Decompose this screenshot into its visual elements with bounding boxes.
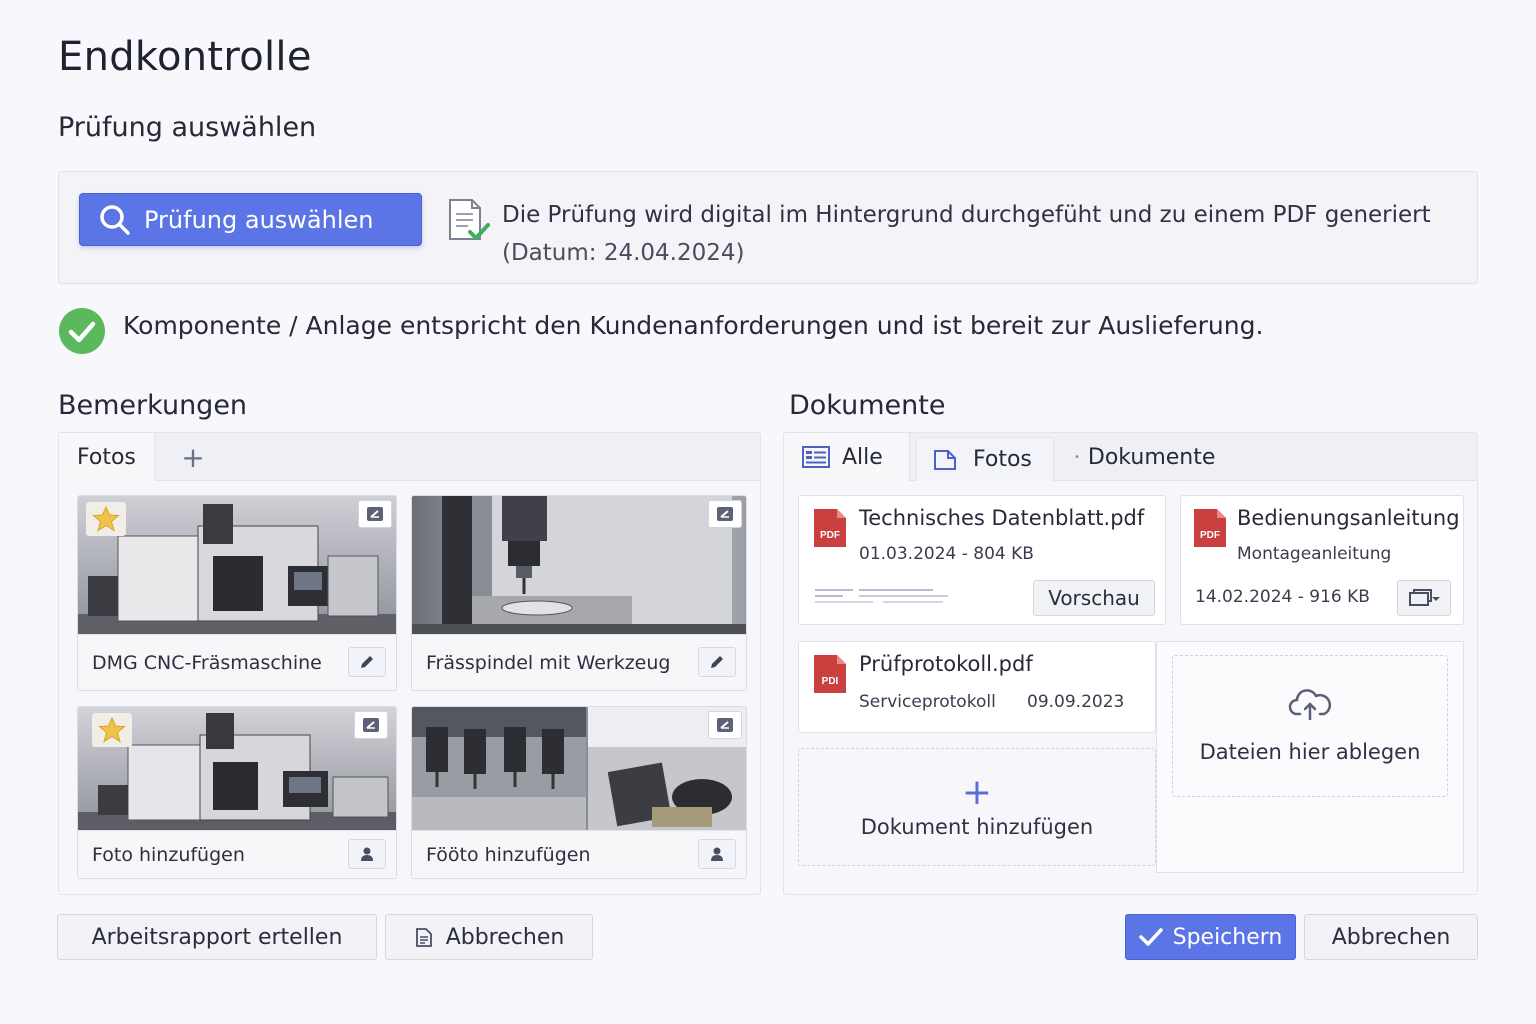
document-card[interactable]: PDF Technisches Datenblatt.pdf 01.03.202… xyxy=(798,495,1166,625)
selection-info-date: (Datum: 24.04.2024) xyxy=(502,240,745,266)
success-check-icon xyxy=(59,308,105,354)
search-icon xyxy=(100,204,130,235)
save-button-label: Speichern xyxy=(1172,924,1283,950)
user-icon[interactable] xyxy=(698,839,736,869)
user-icon[interactable] xyxy=(348,839,386,869)
plus-icon: + xyxy=(181,440,205,474)
tab-dokumente-label: Dokumente xyxy=(1087,444,1216,470)
pencil-icon[interactable] xyxy=(698,647,736,677)
pdf-icon: PDF xyxy=(1194,509,1226,547)
favorite-star-icon[interactable] xyxy=(86,502,126,536)
photo-caption: Fööto hinzufügen xyxy=(412,830,746,878)
document-check-icon xyxy=(449,199,490,240)
photo-caption-text: DMG CNC-Fräsmaschine xyxy=(92,651,322,674)
document-thumbnail xyxy=(815,589,948,603)
document-subname: Serviceprotokoll xyxy=(859,692,996,712)
checkmark-icon xyxy=(1138,928,1163,946)
save-button[interactable]: Speichern xyxy=(1125,914,1296,960)
add-tab-button[interactable]: + xyxy=(169,433,217,481)
document-name: Technisches Datenblatt.pdf xyxy=(859,506,1145,530)
status-message: Komponente / Anlage entspricht den Kunde… xyxy=(123,311,1264,340)
select-inspection-button[interactable]: Prüfung auswählen xyxy=(79,193,422,246)
documents-title: Dokumente xyxy=(789,390,946,421)
tab-fotos[interactable]: Fotos xyxy=(59,433,155,481)
document-meta: 09.09.2023 xyxy=(1027,692,1125,712)
create-report-button[interactable]: Arbeitsrapport ertellen xyxy=(57,914,377,960)
document-card[interactable]: PDI Prüfprotokoll.pdf Serviceprotokoll 0… xyxy=(798,641,1156,733)
bullet-icon: • xyxy=(1074,451,1080,463)
remarks-panel: Fotos + DMG CNC-Fräsmaschine Frässpindel… xyxy=(58,432,761,895)
tab-dokumente[interactable]: • Dokumente xyxy=(1074,433,1274,481)
pdf-icon: PDI xyxy=(814,655,846,693)
add-document-label: Dokument hinzufügen xyxy=(860,815,1094,839)
create-report-label: Arbeitsrapport ertellen xyxy=(91,924,343,950)
stack-dropdown-icon xyxy=(1409,589,1440,606)
pdf-icon-label: PDI xyxy=(822,676,839,687)
preview-button-label: Vorschau xyxy=(1048,586,1140,610)
photo-caption-text: Frässpindel mit Werkzeug xyxy=(426,651,671,674)
cloud-upload-icon xyxy=(1288,689,1332,720)
document-meta: 01.03.2024 - 804 KB xyxy=(859,544,1034,564)
tab-alle-label: Alle xyxy=(842,444,883,470)
document-card[interactable]: PDF Bedienungsanleitung Montageanleitung… xyxy=(1180,495,1464,625)
pdf-icon-label: PDF xyxy=(1200,530,1220,541)
cancel-right-button[interactable]: Abbrechen xyxy=(1304,914,1478,960)
document-name: Bedienungsanleitung xyxy=(1237,506,1460,530)
document-icon xyxy=(934,449,956,470)
cancel-left-button[interactable]: Abbrechen xyxy=(385,914,593,960)
preview-button[interactable]: Vorschau xyxy=(1033,580,1155,616)
selection-info-line1: Die Prüfung wird digital im Hintergrund … xyxy=(502,202,1431,228)
document-menu-button[interactable] xyxy=(1397,580,1451,616)
selection-info-text: Die Prüfung wird digital im Hintergrund … xyxy=(502,196,1431,272)
tab-fotos-label: Fotos xyxy=(77,444,136,470)
cancel-right-label: Abbrechen xyxy=(1331,924,1451,950)
photo-card[interactable]: Frässpindel mit Werkzeug xyxy=(411,495,747,691)
tab-fotos[interactable]: Fotos xyxy=(916,437,1054,481)
page-title: Endkontrolle xyxy=(58,34,312,80)
clipboard-icon xyxy=(415,928,432,947)
file-drop-zone[interactable]: Dateien hier ablegen xyxy=(1172,655,1448,797)
photo-card[interactable]: Fööto hinzufügen xyxy=(411,706,747,879)
document-subname: Montageanleitung xyxy=(1237,544,1392,564)
photo-spindle xyxy=(412,496,746,636)
photo-caption-text: Foto hinzufügen xyxy=(92,843,245,866)
pencil-icon[interactable] xyxy=(348,647,386,677)
image-edit-icon[interactable] xyxy=(354,711,388,739)
section-title-pruefung: Prüfung auswählen xyxy=(58,112,317,143)
remarks-tabbar xyxy=(59,433,760,481)
image-edit-icon[interactable] xyxy=(358,500,392,528)
documents-panel: Alle Fotos • Dokumente PDF Technisches D… xyxy=(783,432,1478,895)
document-meta: 14.02.2024 - 916 KB xyxy=(1195,587,1370,607)
remarks-title: Bemerkungen xyxy=(58,390,248,421)
select-inspection-label: Prüfung auswählen xyxy=(144,205,374,234)
cancel-left-label: Abbrechen xyxy=(445,924,565,950)
image-edit-icon[interactable] xyxy=(708,711,742,739)
list-icon xyxy=(802,446,830,468)
document-name: Prüfprotokoll.pdf xyxy=(859,652,1033,676)
image-edit-icon[interactable] xyxy=(708,500,742,528)
pdf-icon: PDF xyxy=(814,509,846,547)
tab-fotos-label: Fotos xyxy=(973,447,1032,472)
tab-alle[interactable]: Alle xyxy=(784,433,910,481)
pdf-icon-label: PDF xyxy=(820,530,840,541)
photo-card[interactable]: DMG CNC-Fräsmaschine xyxy=(77,495,397,691)
add-document-button[interactable]: + Dokument hinzufügen xyxy=(798,748,1156,866)
favorite-star-icon[interactable] xyxy=(92,713,132,747)
photo-card[interactable]: Foto hinzufügen xyxy=(77,706,397,879)
photo-caption-text: Fööto hinzufügen xyxy=(426,843,591,866)
plus-icon: + xyxy=(961,772,993,813)
photo-caption: Frässpindel mit Werkzeug xyxy=(412,634,746,690)
drop-zone-label: Dateien hier ablegen xyxy=(1199,740,1421,764)
photo-tooling xyxy=(412,707,746,832)
